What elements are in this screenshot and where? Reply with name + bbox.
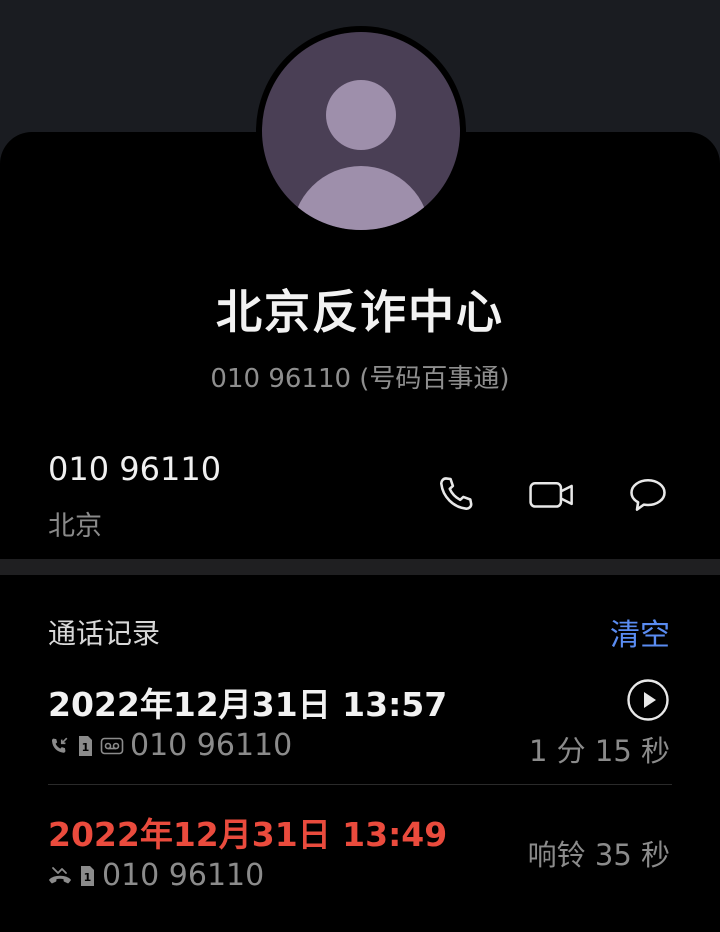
avatar-head (326, 80, 396, 150)
call-record-ring-duration: 响铃 35 秒 (527, 838, 670, 872)
call-record-details: 1 010 96110 (48, 728, 292, 763)
video-call-button[interactable] (526, 468, 578, 520)
video-call-icon (529, 482, 573, 508)
message-button[interactable] (622, 468, 674, 520)
contact-name: 北京反诈中心 (216, 285, 504, 339)
list-divider (48, 784, 672, 785)
contact-detail-screen: 北京反诈中心 010 96110 (号码百事通) 010 96110 北京 通话… (0, 0, 720, 932)
call-record-datetime-missed[interactable]: 2022年12月31日 13:49 (48, 808, 447, 856)
sim1-icon: 1 (78, 865, 96, 887)
contact-subtitle: 010 96110 (号码百事通) (210, 364, 510, 394)
svg-text:1: 1 (82, 741, 90, 754)
avatar-body (292, 166, 430, 230)
svg-text:1: 1 (84, 871, 92, 884)
incoming-call-icon (48, 735, 70, 757)
default-avatar-icon (262, 32, 460, 230)
voicemail-icon (100, 735, 124, 757)
clear-call-log-button[interactable]: 清空 (610, 610, 670, 654)
phone-icon (440, 477, 473, 510)
phone-location: 北京 (48, 511, 102, 542)
call-button[interactable] (430, 468, 482, 520)
phone-number[interactable]: 010 96110 (48, 450, 221, 488)
message-icon (630, 478, 666, 511)
play-recording-icon[interactable] (626, 678, 670, 722)
call-log-title: 通话记录 (48, 617, 161, 650)
call-record-duration: 1 分 15 秒 (528, 734, 670, 768)
call-record-number: 010 96110 (130, 728, 293, 763)
call-record-details: 1 010 96110 (48, 858, 264, 893)
avatar[interactable] (256, 26, 466, 236)
sim1-icon: 1 (76, 735, 94, 757)
missed-call-icon (48, 865, 72, 887)
section-divider (0, 559, 720, 575)
call-record-datetime[interactable]: 2022年12月31日 13:57 (48, 678, 447, 726)
call-record-number: 010 96110 (102, 858, 265, 893)
